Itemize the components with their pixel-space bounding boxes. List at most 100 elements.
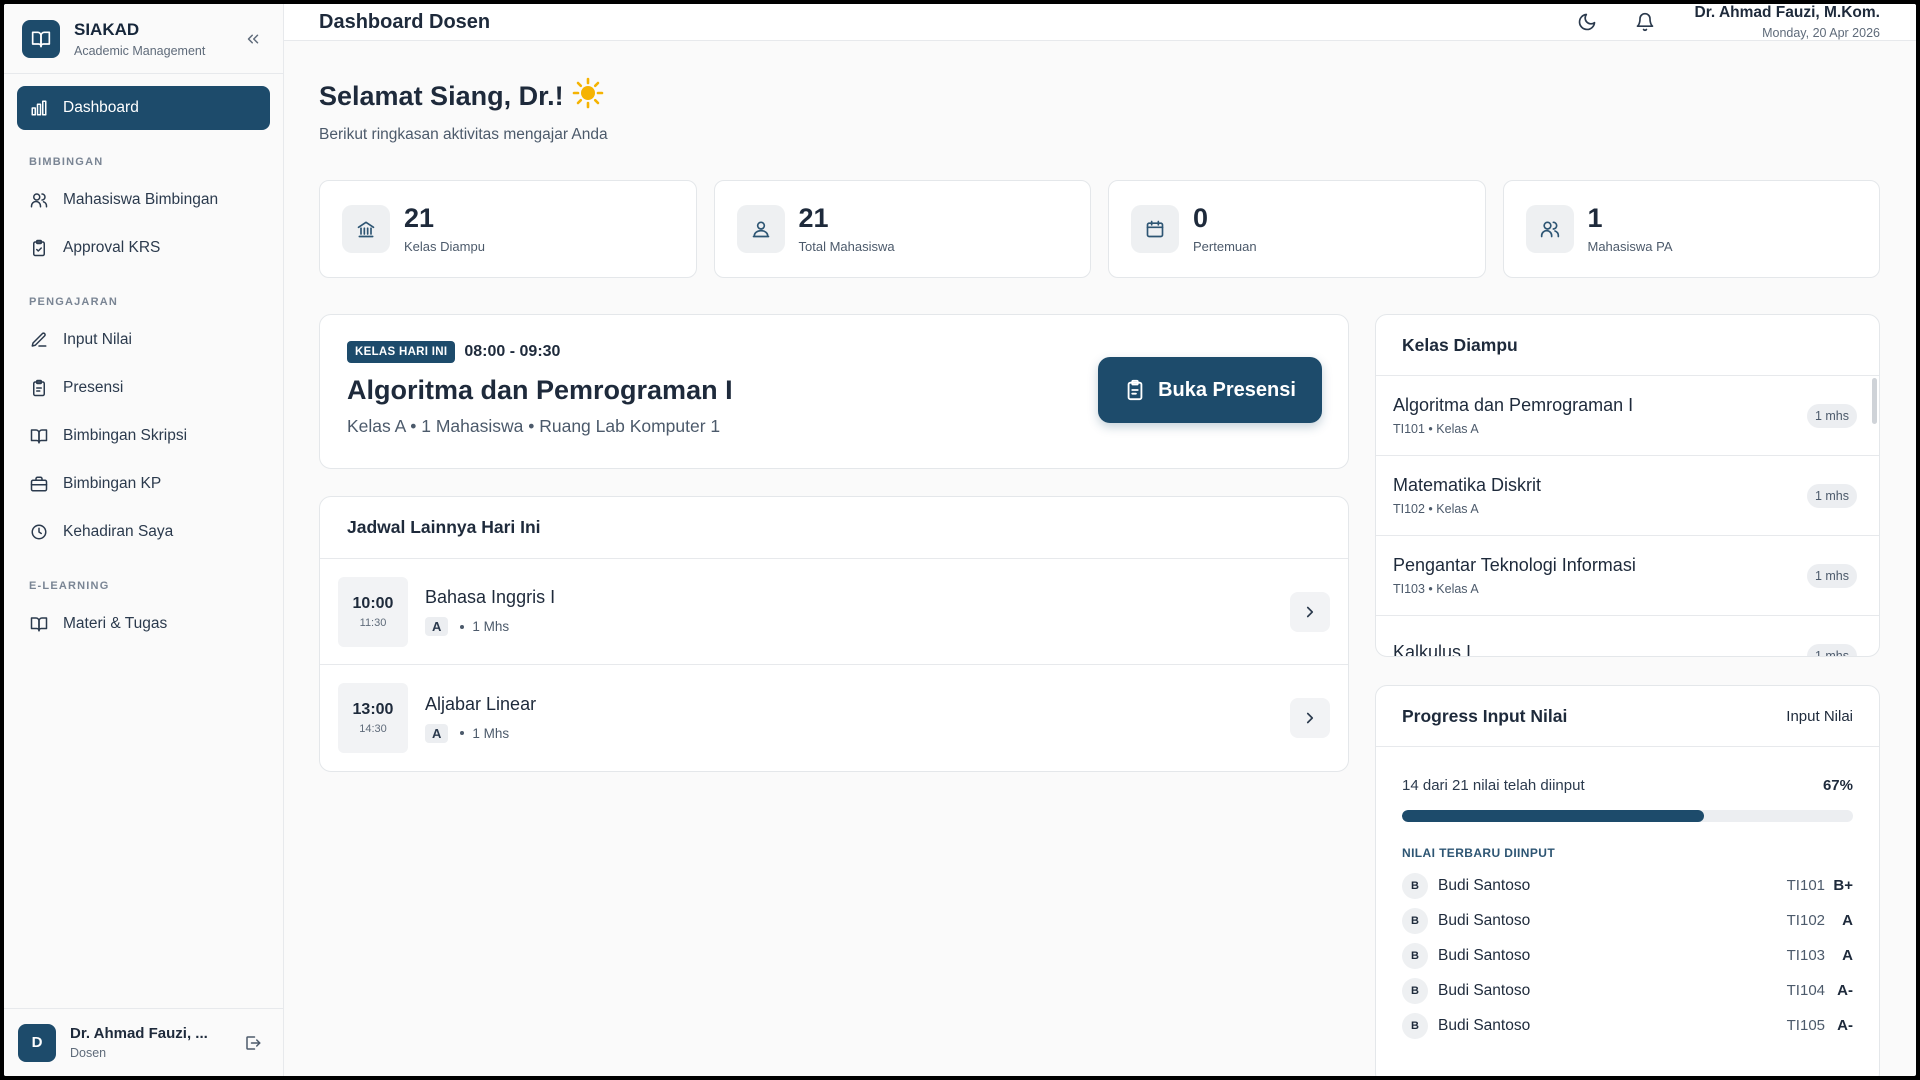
mhs-count-badge: 1 mhs <box>1806 403 1857 428</box>
sidebar-item-label: Approval KRS <box>63 239 161 256</box>
page-title: Dashboard Dosen <box>319 10 491 33</box>
schedule-course: Bahasa Inggris I <box>425 587 556 607</box>
stat-label: Kelas Diampu <box>404 238 485 254</box>
sidebar-item-mahasiswa-bimbingan[interactable]: Mahasiswa Bimbingan <box>17 178 270 222</box>
kelas-name: Algoritma dan Pemrograman I <box>1393 395 1634 415</box>
sidebar-nav: Dashboard BIMBINGAN Mahasiswa Bimbingan … <box>4 74 283 650</box>
sidebar-item-label: Bimbingan Skripsi <box>63 427 188 444</box>
avatar: B <box>1402 907 1428 934</box>
clipboard-check-icon <box>29 238 49 258</box>
edit-icon <box>29 330 49 350</box>
clipboard-icon <box>1124 379 1146 401</box>
app-window: SIAKAD Academic Management Dashboard BIM… <box>4 4 1916 1076</box>
open-attendance-label: Buka Presensi <box>1158 378 1296 401</box>
sidebar-item-approval-krs[interactable]: Approval KRS <box>17 226 270 270</box>
input-nilai-link[interactable]: Input Nilai <box>1786 708 1853 725</box>
user-role: Dosen <box>70 1046 107 1060</box>
logout-icon <box>246 1035 261 1050</box>
users-icon <box>29 190 49 210</box>
sidebar-user: D Dr. Ahmad Fauzi, ... Dosen <box>4 1008 283 1076</box>
avatar: B <box>1402 942 1428 969</box>
sun-icon <box>572 77 604 116</box>
brand-subtitle: Academic Management <box>74 43 206 58</box>
schedule-title: Jadwal Lainnya Hari Ini <box>320 497 1348 559</box>
stat-value: 1 <box>1587 202 1603 233</box>
sidebar-item-input-nilai[interactable]: Input Nilai <box>17 318 270 362</box>
topbar: Dashboard Dosen Dr. Ahmad Fauzi, M.Kom. … <box>284 4 1916 41</box>
list-item[interactable]: 13:00 14:30 Aljabar Linear A 1 Mhs <box>320 665 1348 771</box>
section-label-bimbingan: BIMBINGAN <box>29 156 104 168</box>
list-item[interactable]: Pengantar Teknologi Informasi TI103 • Ke… <box>1376 536 1879 616</box>
list-item: B Budi Santoso TI101 B+ <box>1402 868 1853 903</box>
sidebar-item-bimbingan-kp[interactable]: Bimbingan KP <box>17 462 270 506</box>
greeting-title: Selamat Siang, Dr.! <box>319 81 564 111</box>
sidebar-item-dashboard[interactable]: Dashboard <box>17 86 270 130</box>
chevrons-left-icon <box>247 34 259 43</box>
schedule-course: Aljabar Linear <box>425 693 537 714</box>
scrollbar[interactable] <box>1872 378 1877 424</box>
sidebar-item-materi-tugas[interactable]: Materi & Tugas <box>17 602 270 646</box>
briefcase-icon <box>29 474 49 494</box>
schedule-end: 14:30 <box>359 723 387 735</box>
sidebar-item-label: Bimbingan KP <box>63 475 162 492</box>
course-code: TI103 <box>1786 947 1825 964</box>
student-name: Budi Santoso <box>1438 981 1531 999</box>
list-item: B Budi Santoso TI105 A- <box>1402 1008 1853 1043</box>
header-user-name: Dr. Ahmad Fauzi, M.Kom. <box>1694 4 1880 21</box>
progress-summary: 14 dari 21 nilai telah diinput <box>1402 777 1585 794</box>
progress-card: Progress Input Nilai Input Nilai 14 dari… <box>1375 685 1880 1076</box>
stat-card-mahasiswa-pa: 1 Mahasiswa PA <box>1502 180 1880 278</box>
open-attendance-button[interactable]: Buka Presensi <box>1098 357 1322 423</box>
calendar-icon <box>1131 205 1179 253</box>
kelas-list[interactable]: Algoritma dan Pemrograman I TI101 • Kela… <box>1376 376 1879 656</box>
users-icon <box>1525 205 1574 253</box>
schedule-time: 13:00 14:30 <box>338 683 408 753</box>
schedule-time: 10:00 11:30 <box>338 576 408 647</box>
open-schedule-button[interactable] <box>1290 698 1330 738</box>
chevron-right-icon <box>1306 712 1314 724</box>
sidebar: SIAKAD Academic Management Dashboard BIM… <box>4 4 284 1076</box>
logout-button[interactable] <box>239 1029 267 1057</box>
header-date: Monday, 20 Apr 2026 <box>1762 26 1880 40</box>
list-item[interactable]: Kalkulus I 1 mhs <box>1376 616 1879 656</box>
student-name: Budi Santoso <box>1438 946 1531 964</box>
grade: A- <box>1837 1017 1853 1034</box>
list-item: B Budi Santoso TI103 A <box>1402 938 1853 973</box>
user-name: Dr. Ahmad Fauzi, ... <box>70 1025 208 1042</box>
kelas-diampu-title: Kelas Diampu <box>1376 315 1879 376</box>
sidebar-item-kehadiran-saya[interactable]: Kehadiran Saya <box>17 510 270 554</box>
stat-card-kelas-diampu: 21 Kelas Diampu <box>319 180 697 278</box>
list-item[interactable]: 10:00 11:30 Bahasa Inggris I A 1 Mhs <box>320 559 1348 665</box>
kelas-code: TI101 • Kelas A <box>1393 422 1479 436</box>
stats-row: 21 Kelas Diampu 21 Total Mahasiswa 0 Per… <box>319 180 1880 278</box>
kelas-diampu-card: Kelas Diampu Algoritma dan Pemrograman I… <box>1375 314 1880 657</box>
list-item: B Budi Santoso TI102 A <box>1402 903 1853 938</box>
schedule-kelas: A <box>425 723 449 743</box>
grade: A <box>1842 947 1853 964</box>
stat-value: 21 <box>404 202 435 233</box>
schedule-end: 11:30 <box>359 616 387 629</box>
sidebar-item-presensi[interactable]: Presensi <box>17 366 270 410</box>
grade: B+ <box>1833 877 1853 894</box>
clock-icon <box>29 522 49 542</box>
sidebar-item-label: Kehadiran Saya <box>63 523 174 540</box>
avatar: B <box>1402 1012 1428 1039</box>
collapse-sidebar-button[interactable] <box>239 25 267 53</box>
list-item[interactable]: Algoritma dan Pemrograman I TI101 • Kela… <box>1376 376 1879 456</box>
dashboard-content: Selamat Siang, Dr.! Berikut ringkasan ak… <box>284 41 1916 1076</box>
section-label-elearning: E-LEARNING <box>29 580 110 592</box>
chevron-right-icon <box>1306 606 1314 617</box>
today-badge: KELAS HARI INI <box>347 341 456 363</box>
notifications-button[interactable] <box>1627 4 1663 40</box>
stat-card-total-mahasiswa: 21 Total Mahasiswa <box>713 180 1091 278</box>
sidebar-item-label: Mahasiswa Bimbingan <box>63 191 219 208</box>
kelas-code: TI103 • Kelas A <box>1393 582 1479 596</box>
header-user[interactable]: Dr. Ahmad Fauzi, M.Kom. Monday, 20 Apr 2… <box>1695 4 1880 40</box>
sidebar-item-bimbingan-skripsi[interactable]: Bimbingan Skripsi <box>17 414 270 458</box>
list-item[interactable]: Matematika Diskrit TI102 • Kelas A 1 mhs <box>1376 456 1879 536</box>
greeting: Selamat Siang, Dr.! <box>319 77 1880 116</box>
progress-title: Progress Input Nilai <box>1402 705 1568 726</box>
stat-value: 0 <box>1193 202 1209 233</box>
open-schedule-button[interactable] <box>1290 591 1330 632</box>
theme-toggle-button[interactable] <box>1569 4 1605 40</box>
